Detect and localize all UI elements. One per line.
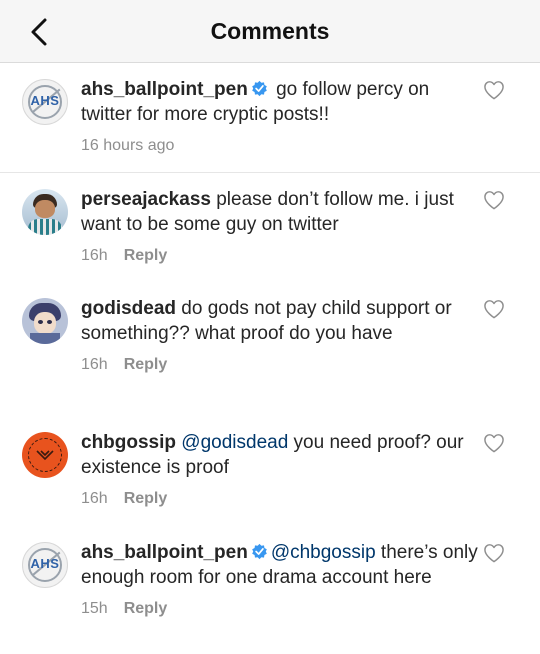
comment-text: ahs_ballpoint_pen go follow percy on twi… bbox=[81, 78, 478, 127]
like-heart-icon[interactable] bbox=[483, 299, 505, 319]
avatar[interactable]: AHS bbox=[22, 79, 68, 125]
comment-username[interactable]: ahs_ballpoint_pen bbox=[81, 542, 248, 563]
like-heart-icon[interactable] bbox=[483, 433, 505, 453]
mention-link[interactable]: @godisdead bbox=[181, 432, 288, 453]
comment-time: 15h bbox=[81, 600, 108, 617]
comment-time: 16 hours ago bbox=[81, 137, 175, 154]
verified-badge-icon bbox=[252, 80, 267, 97]
comment-meta: 16h Reply bbox=[81, 490, 478, 508]
comment-username[interactable]: chbgossip bbox=[81, 432, 176, 453]
reply-button[interactable]: Reply bbox=[124, 356, 168, 373]
comment-item: AHS ahs_ballpoint_pen @chbgossip there’s … bbox=[0, 526, 540, 653]
page-title: Comments bbox=[210, 18, 330, 44]
comment-username[interactable]: perseajackass bbox=[81, 189, 211, 210]
like-heart-icon[interactable] bbox=[483, 80, 505, 100]
comment-meta: 16h Reply bbox=[81, 247, 478, 265]
comment-meta: 16 hours ago bbox=[81, 137, 478, 155]
reply-button[interactable]: Reply bbox=[124, 247, 168, 264]
header-bar: Comments bbox=[0, 0, 540, 63]
comment-meta: 15h Reply bbox=[81, 600, 478, 618]
verified-badge-icon bbox=[252, 543, 267, 560]
comment-text: ahs_ballpoint_pen @chbgossip there’s only… bbox=[81, 541, 478, 590]
avatar[interactable]: AHS bbox=[22, 542, 68, 588]
reply-button[interactable]: Reply bbox=[124, 600, 168, 617]
avatar[interactable] bbox=[22, 432, 68, 478]
comment-username[interactable]: ahs_ballpoint_pen bbox=[81, 79, 248, 100]
comment-item: godisdead do gods not pay child support … bbox=[0, 282, 540, 416]
mention-link[interactable]: @chbgossip bbox=[271, 542, 376, 563]
like-heart-icon[interactable] bbox=[483, 190, 505, 210]
comment-meta: 16h Reply bbox=[81, 356, 478, 374]
comment-username[interactable]: godisdead bbox=[81, 298, 176, 319]
comment-time: 16h bbox=[81, 247, 108, 264]
comment-text: perseajackass please don’t follow me. i … bbox=[81, 188, 478, 237]
comment-time: 16h bbox=[81, 356, 108, 373]
comment-item: chbgossip @godisdead you need proof? our… bbox=[0, 416, 540, 526]
avatar[interactable] bbox=[22, 298, 68, 344]
comment-item: perseajackass please don’t follow me. i … bbox=[0, 173, 540, 282]
reply-button[interactable]: Reply bbox=[124, 490, 168, 507]
comment-time: 16h bbox=[81, 490, 108, 507]
comment-item: AHS ahs_ballpoint_pen go follow percy on… bbox=[0, 63, 540, 173]
like-heart-icon[interactable] bbox=[483, 543, 505, 563]
comment-text: chbgossip @godisdead you need proof? our… bbox=[81, 431, 478, 480]
comment-text: godisdead do gods not pay child support … bbox=[81, 297, 478, 346]
avatar[interactable] bbox=[22, 189, 68, 235]
